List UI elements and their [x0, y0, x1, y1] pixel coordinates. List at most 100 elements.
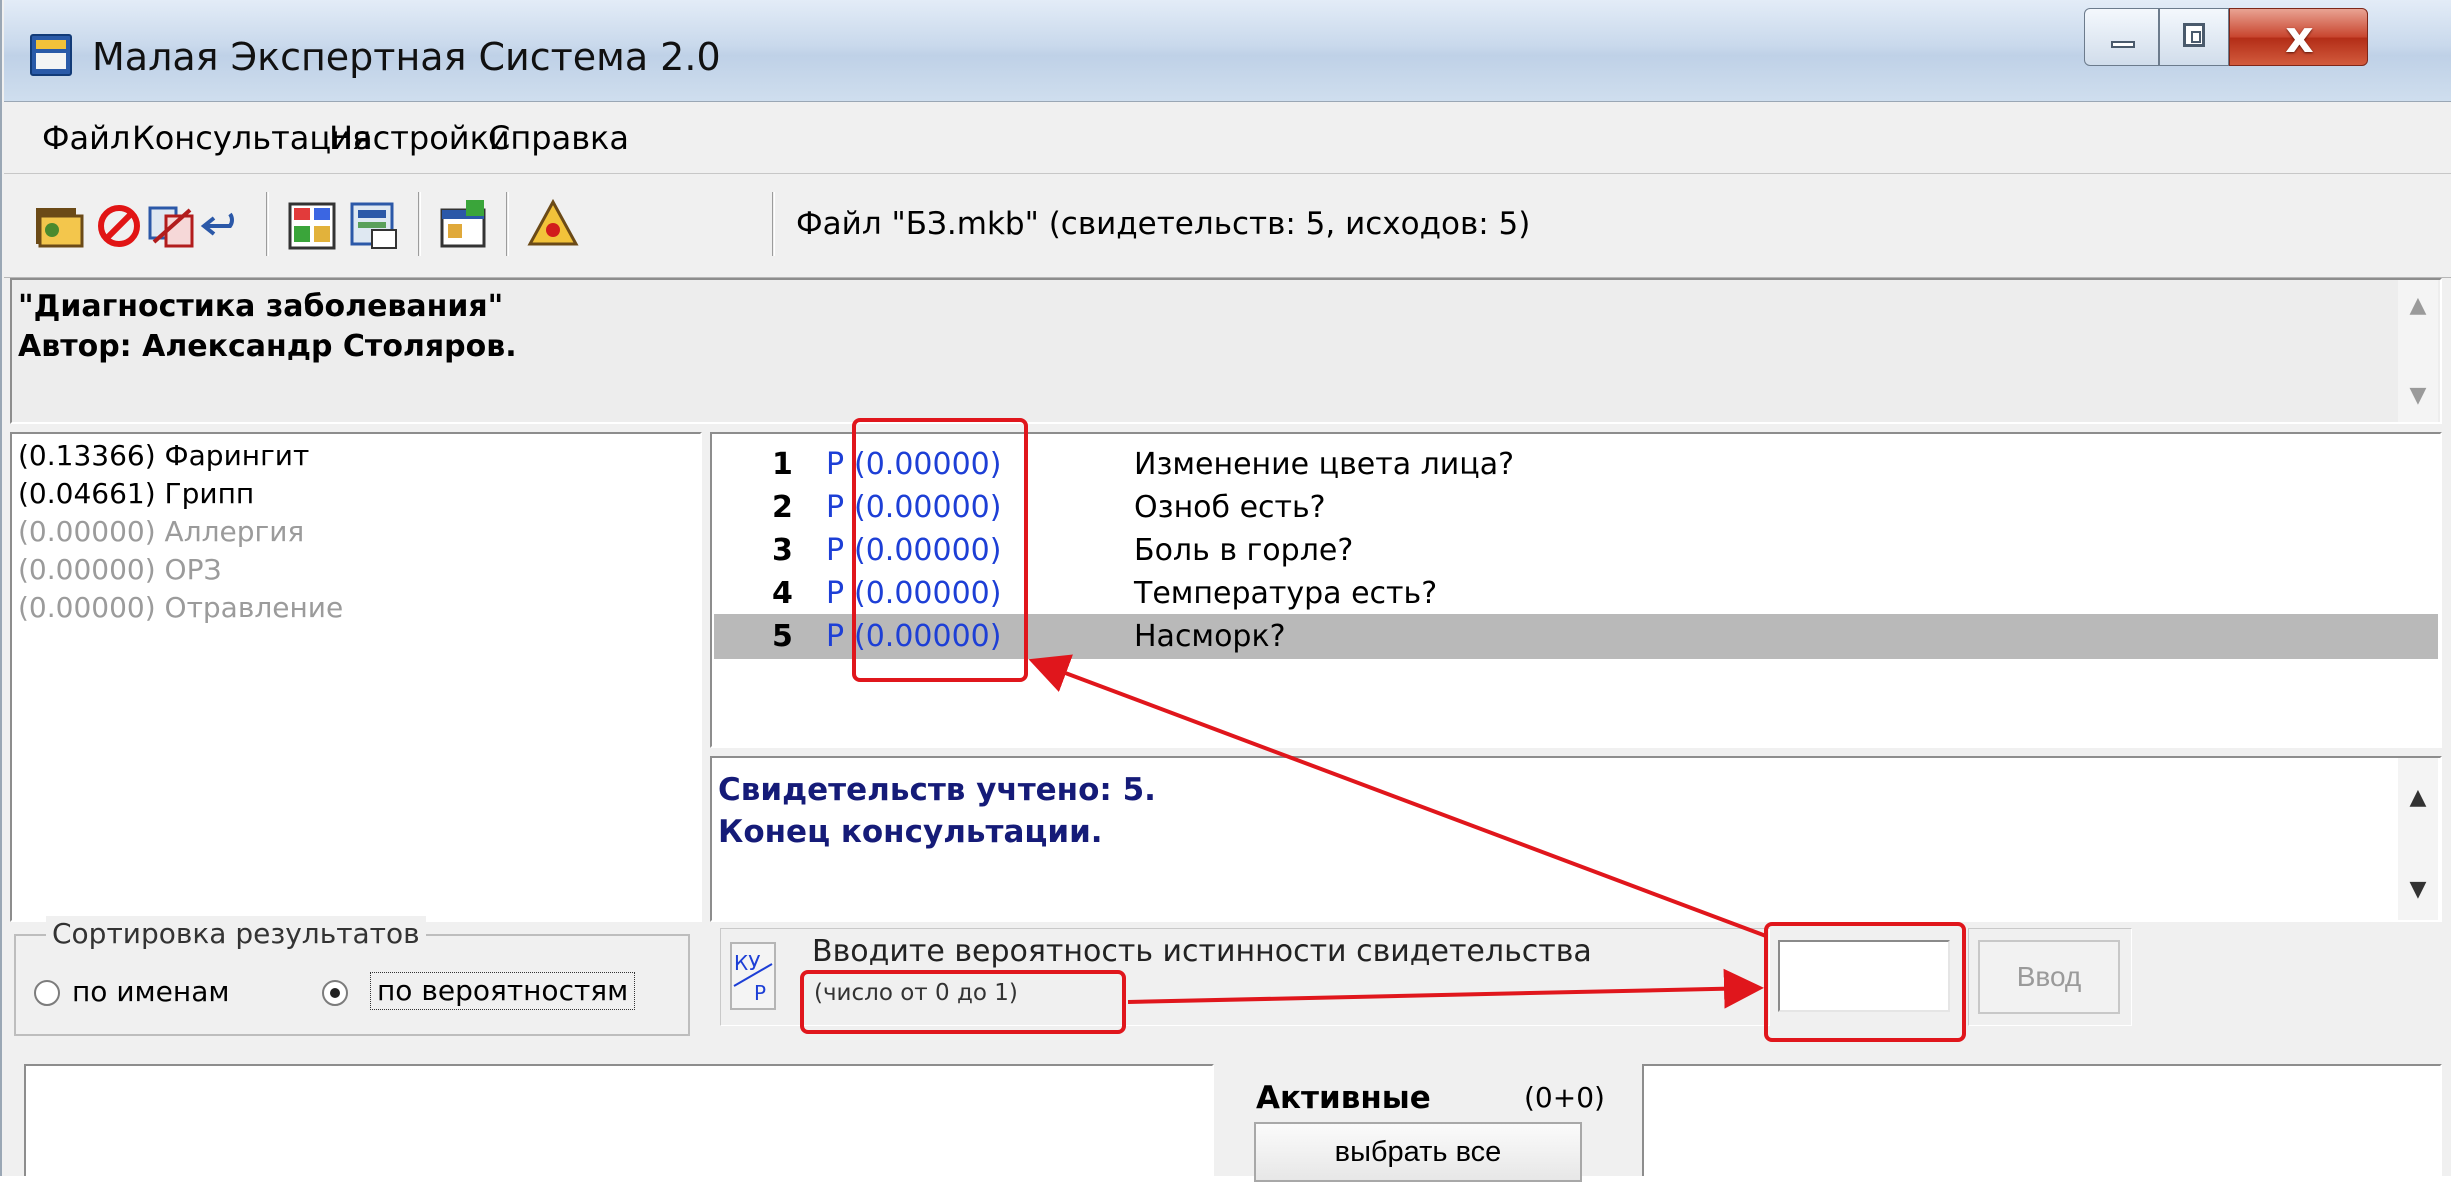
properties-button[interactable]: [436, 196, 494, 254]
menu-bar: Файл Консультация Настройки Справка: [4, 102, 2451, 174]
undo-button[interactable]: [196, 196, 254, 254]
result-item[interactable]: (0.00000) Отравление: [18, 590, 343, 626]
window-title: Малая Экспертная Система 2.0: [92, 35, 721, 79]
maximize-icon: [2183, 23, 2205, 47]
result-value: (0.00000): [18, 515, 156, 548]
undo-icon: [200, 212, 234, 236]
file-status: Файл "БЗ.mkb" (свидетельств: 5, исходов:…: [796, 206, 1531, 242]
warning-icon: [527, 198, 579, 246]
result-name: Грипп: [164, 477, 255, 510]
evidence-number: 1: [772, 447, 793, 482]
toolbar: Файл "БЗ.mkb" (свидетельств: 5, исходов:…: [4, 174, 2451, 278]
app-icon-body: [36, 53, 66, 69]
open-icon: [36, 208, 84, 248]
reset-button[interactable]: [144, 196, 202, 254]
scroll-down-icon[interactable]: ▼: [2398, 376, 2438, 416]
title-bar[interactable]: Малая Экспертная Система 2.0 x: [4, 0, 2451, 102]
evidence-question: Боль в горле?: [1134, 533, 1354, 568]
toolbar-separator: [506, 192, 509, 256]
help-label-top: КУ: [734, 951, 760, 975]
results-list[interactable]: (0.13366) Фарингит (0.04661) Грипп (0.00…: [10, 432, 702, 922]
active-title: Активные: [1256, 1080, 1431, 1116]
sort-by-name-radio[interactable]: [34, 980, 60, 1006]
enter-button[interactable]: Ввод: [1978, 940, 2120, 1014]
result-name: Аллергия: [164, 515, 305, 548]
evidence-number: 2: [772, 490, 793, 525]
active-count: (0+0): [1524, 1081, 1605, 1114]
close-button[interactable]: x: [2229, 8, 2368, 66]
result-name: ОРЗ: [164, 553, 222, 586]
annotation-hint: [800, 970, 1126, 1034]
evidence-button[interactable]: [284, 196, 342, 254]
sort-by-name-label[interactable]: по именам: [72, 974, 229, 1010]
probability-prompt: Вводите вероятность истинности свидетель…: [812, 934, 1592, 969]
stop-button[interactable]: [90, 196, 148, 254]
annotation-input: [1764, 922, 1966, 1042]
toolbar-separator: [772, 192, 775, 256]
menu-help[interactable]: Справка: [488, 118, 629, 158]
log-scrollbar[interactable]: ▲ ▼: [2398, 758, 2438, 920]
sort-by-probability-radio[interactable]: [322, 980, 348, 1006]
result-item[interactable]: (0.00000) Аллергия: [18, 514, 304, 550]
log-line: Свидетельств учтено: 5.: [718, 772, 1156, 808]
kb-author: Автор: Александр Столяров.: [18, 329, 517, 364]
reset-icon: [148, 206, 194, 248]
evidence-flag: P: [826, 490, 845, 525]
maximize-button[interactable]: [2159, 8, 2229, 66]
kb-title: "Диагностика заболевания": [18, 289, 504, 324]
close-icon: x: [2285, 12, 2314, 63]
minimize-icon: [2111, 41, 2135, 48]
evidence-question: Изменение цвета лица?: [1134, 447, 1515, 482]
kb-info-scrollbar[interactable]: ▲ ▼: [2398, 280, 2438, 422]
toolbar-separator: [418, 192, 421, 256]
probability-help-button[interactable]: КУ P: [730, 942, 776, 1010]
evidence-question: Температура есть?: [1134, 576, 1438, 611]
kb-info-pane: "Диагностика заболевания" Автор: Алексан…: [10, 278, 2442, 424]
evidence-number: 5: [772, 619, 793, 654]
result-value: (0.13366): [18, 439, 156, 472]
outcomes-button[interactable]: [346, 196, 404, 254]
consultation-log: Свидетельств учтено: 5. Конец консультац…: [710, 756, 2442, 922]
help-label-bottom: P: [754, 981, 766, 1005]
bottom-left-pane: [24, 1064, 1214, 1176]
log-line: Конец консультации.: [718, 814, 1103, 850]
menu-settings[interactable]: Настройки: [329, 118, 510, 158]
app-icon-band: [36, 40, 66, 49]
bottom-right-pane: [1642, 1064, 2442, 1176]
sort-legend: Сортировка результатов: [46, 916, 426, 952]
evidence-flag: P: [826, 447, 845, 482]
result-value: (0.00000): [18, 591, 156, 624]
evidence-number: 4: [772, 576, 793, 611]
evidence-flag: P: [826, 533, 845, 568]
evidence-question: Насморк?: [1134, 619, 1286, 654]
help-icon: КУ P: [733, 951, 773, 1005]
evidence-flag: P: [826, 619, 845, 654]
toolbar-separator: [266, 192, 269, 256]
sort-by-probability-label[interactable]: по вероятностям: [370, 972, 636, 1010]
menu-file[interactable]: Файл: [42, 118, 130, 158]
result-value: (0.00000): [18, 553, 156, 586]
evidence-flag: P: [826, 576, 845, 611]
warning-button[interactable]: [524, 196, 582, 254]
result-item[interactable]: (0.00000) ОРЗ: [18, 552, 221, 588]
evidence-question: Озноб есть?: [1134, 490, 1326, 525]
properties-icon: [440, 200, 486, 248]
result-name: Фарингит: [164, 439, 310, 472]
outcomes-icon: [350, 202, 397, 249]
result-item[interactable]: (0.04661) Грипп: [18, 476, 254, 512]
open-button[interactable]: [30, 196, 88, 254]
app-icon[interactable]: [30, 34, 72, 76]
select-all-button[interactable]: выбрать все: [1254, 1122, 1582, 1182]
result-value: (0.04661): [18, 477, 156, 510]
result-item[interactable]: (0.13366) Фарингит: [18, 438, 309, 474]
scroll-up-icon[interactable]: ▲: [2398, 286, 2438, 326]
evidence-number: 3: [772, 533, 793, 568]
active-panel: Активные (0+0) выбрать все: [1224, 1064, 1620, 1182]
result-name: Отравление: [164, 591, 344, 624]
app-window: Малая Экспертная Система 2.0 x Файл Конс…: [0, 0, 2451, 1182]
evidence-icon: [288, 202, 336, 250]
annotation-probability-column: [852, 418, 1028, 682]
scroll-up-icon[interactable]: ▲: [2398, 778, 2438, 818]
minimize-button[interactable]: [2084, 8, 2159, 66]
scroll-down-icon[interactable]: ▼: [2398, 870, 2438, 910]
